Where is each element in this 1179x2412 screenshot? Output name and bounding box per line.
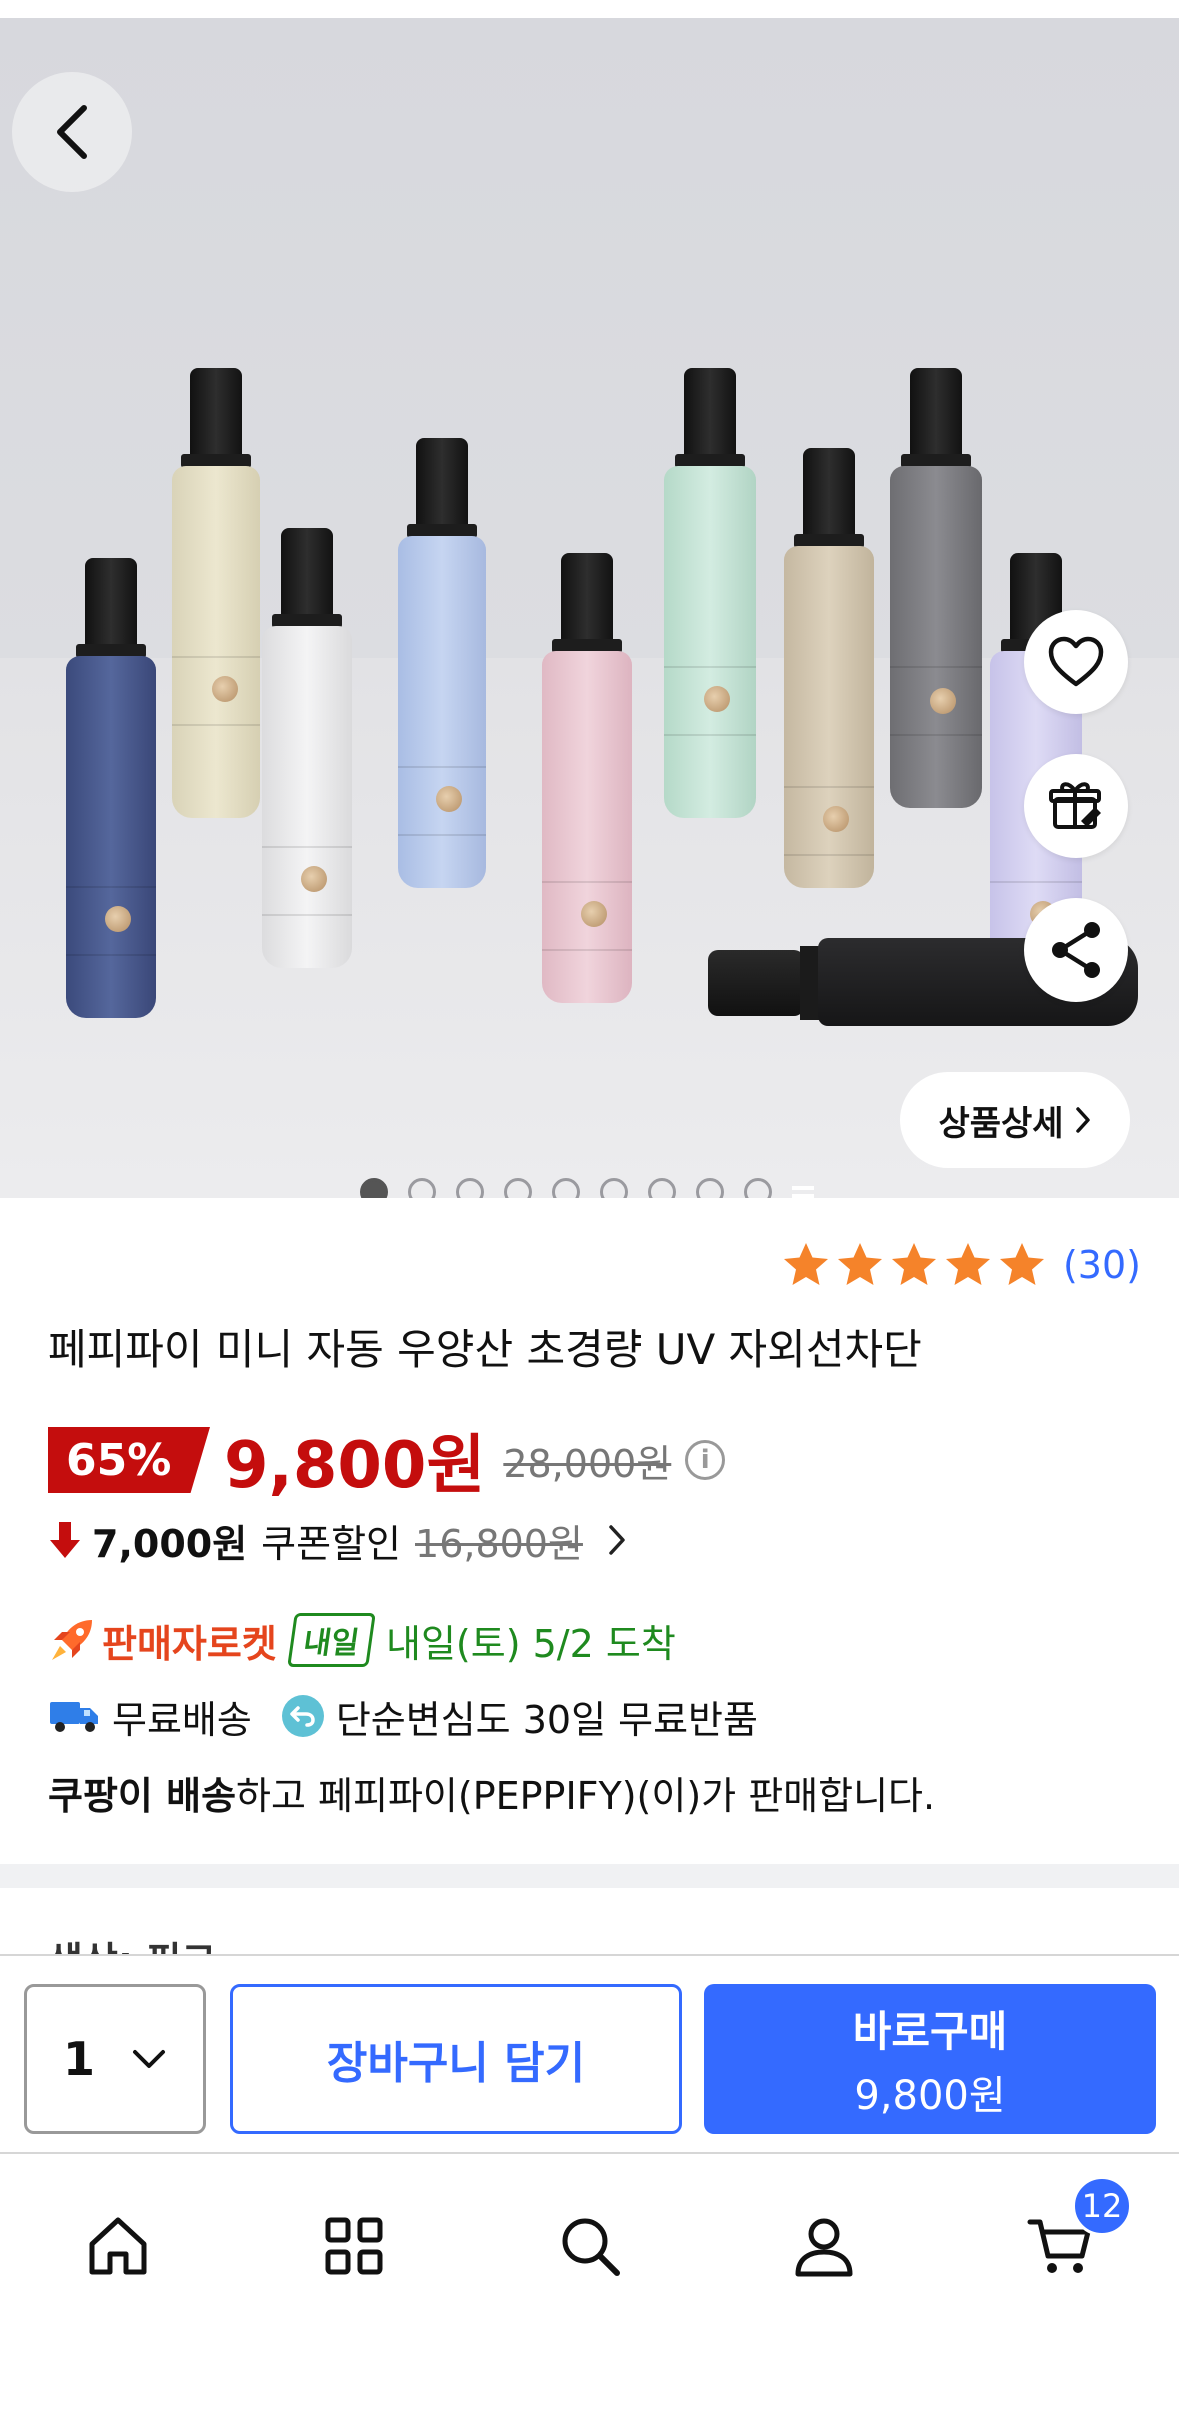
bottom-tab-bar: 12 bbox=[0, 2156, 1179, 2412]
gift-icon bbox=[1049, 782, 1101, 829]
sale-price: 9,800원 bbox=[224, 1429, 486, 1503]
umbrella-cream bbox=[172, 368, 260, 818]
info-icon[interactable]: i bbox=[685, 1440, 726, 1480]
product-image-carousel[interactable]: 상품상세 bbox=[0, 18, 1179, 1198]
tab-categories[interactable] bbox=[304, 2196, 404, 2296]
rating-summary[interactable]: (30) bbox=[781, 1240, 1141, 1290]
discount-badge: 65% bbox=[48, 1427, 210, 1493]
star-icon bbox=[837, 1243, 882, 1285]
seller-shipper: 쿠팡이 배송 bbox=[48, 1773, 237, 1818]
buy-now-price: 9,800원 bbox=[854, 2072, 1006, 2119]
umbrella-pink bbox=[542, 553, 632, 1003]
user-icon bbox=[795, 2218, 853, 2277]
pager-dot[interactable] bbox=[360, 1178, 388, 1198]
product-detail-label: 상품상세 bbox=[938, 1103, 1064, 1144]
add-to-cart-label: 장바구니 담기 bbox=[326, 2038, 586, 2089]
umbrella-beige bbox=[784, 448, 874, 888]
search-icon bbox=[562, 2218, 620, 2276]
pager-dot[interactable] bbox=[648, 1178, 676, 1198]
buy-now-button[interactable]: 바로구매 9,800원 bbox=[704, 1984, 1156, 2134]
seller-info: 쿠팡이 배송 하고 페피파이(PEPPIFY)(이)가 판매합니다. bbox=[48, 1762, 935, 1822]
umbrella-gray bbox=[890, 368, 982, 808]
umbrella-mint bbox=[664, 368, 756, 818]
seller-text: 하고 페피파이(PEPPIFY)(이)가 판매합니다. bbox=[236, 1773, 936, 1818]
buy-now-label: 바로구매 bbox=[852, 2006, 1008, 2056]
star-icon bbox=[945, 1243, 990, 1285]
next-section-peek: 색상: 핑크 bbox=[48, 1930, 216, 1956]
cart-count-badge: 12 bbox=[1072, 2176, 1132, 2236]
arrow-down-icon bbox=[50, 1522, 80, 1558]
section-divider bbox=[0, 1864, 1179, 1888]
original-price: 28,000원 bbox=[503, 1441, 672, 1486]
pager-dot[interactable] bbox=[696, 1178, 724, 1198]
share-button[interactable] bbox=[1024, 898, 1128, 1002]
grid-icon bbox=[325, 2217, 383, 2275]
shipping-row: 무료배송 단순변심도 30일 무료반품 bbox=[48, 1686, 758, 1746]
chevron-right-icon bbox=[1075, 1107, 1090, 1133]
wishlist-button[interactable] bbox=[1024, 610, 1128, 714]
pager-more-icon bbox=[792, 1181, 814, 1198]
price-row: 65% 9,800원 28,000원 i bbox=[48, 1420, 726, 1503]
star-icon bbox=[999, 1243, 1044, 1285]
pager-dot[interactable] bbox=[744, 1178, 772, 1198]
chevron-left-icon bbox=[57, 105, 87, 159]
free-shipping-label: 무료배송 bbox=[112, 1697, 252, 1742]
tab-home[interactable] bbox=[68, 2196, 168, 2296]
pager-dot[interactable] bbox=[504, 1178, 532, 1198]
coupon-label: 쿠폰할인 bbox=[261, 1521, 402, 1566]
carousel-pager bbox=[360, 1178, 814, 1198]
heart-icon bbox=[1048, 636, 1104, 687]
pager-dot[interactable] bbox=[600, 1178, 628, 1198]
tab-my-account[interactable] bbox=[774, 2196, 874, 2296]
purchase-bar: 1 장바구니 담기 바로구매 9,800원 bbox=[0, 1954, 1179, 2154]
tomorrow-badge: 내일 bbox=[287, 1613, 376, 1667]
delivery-row: 판매자로켓 내일 내일(토) 5/2 도착 bbox=[48, 1610, 676, 1670]
tab-search[interactable] bbox=[540, 2196, 640, 2296]
add-to-cart-button[interactable]: 장바구니 담기 bbox=[230, 1984, 682, 2134]
gift-button[interactable] bbox=[1024, 754, 1128, 858]
coupon-amount: 7,000원 bbox=[92, 1521, 248, 1566]
coupon-price-before: 16,800원 bbox=[415, 1521, 583, 1566]
chevron-down-icon bbox=[133, 2050, 165, 2068]
free-return-label: 단순변심도 30일 무료반품 bbox=[335, 1697, 758, 1742]
umbrella-white bbox=[262, 528, 352, 968]
pager-dot[interactable] bbox=[408, 1178, 436, 1198]
coupon-row[interactable]: 7,000원 쿠폰할인 16,800원 bbox=[48, 1512, 627, 1568]
seller-rocket-label: 판매자로켓 bbox=[102, 1621, 277, 1666]
product-title: 페피파이 미니 자동 우양산 초경량 UV 자외선차단 bbox=[48, 1325, 922, 1374]
star-icon bbox=[891, 1243, 936, 1285]
rocket-icon bbox=[52, 1620, 92, 1660]
pager-dot[interactable] bbox=[552, 1178, 580, 1198]
return-icon bbox=[281, 1695, 324, 1737]
arrival-date: 내일(토) 5/2 도착 bbox=[386, 1621, 676, 1666]
review-count-link[interactable]: (30) bbox=[1063, 1243, 1141, 1287]
truck-icon bbox=[50, 1702, 98, 1732]
share-icon bbox=[1052, 922, 1100, 978]
product-detail-button[interactable]: 상품상세 bbox=[900, 1072, 1130, 1168]
back-button[interactable] bbox=[12, 72, 132, 192]
star-icon bbox=[783, 1243, 828, 1285]
quantity-value: 1 bbox=[62, 2032, 95, 2086]
pager-dot[interactable] bbox=[456, 1178, 484, 1198]
quantity-select[interactable]: 1 bbox=[24, 1984, 206, 2134]
umbrella-lightblue bbox=[398, 438, 486, 888]
home-icon bbox=[89, 2217, 147, 2275]
chevron-right-icon bbox=[609, 1525, 625, 1555]
umbrella-navy bbox=[66, 558, 156, 1018]
